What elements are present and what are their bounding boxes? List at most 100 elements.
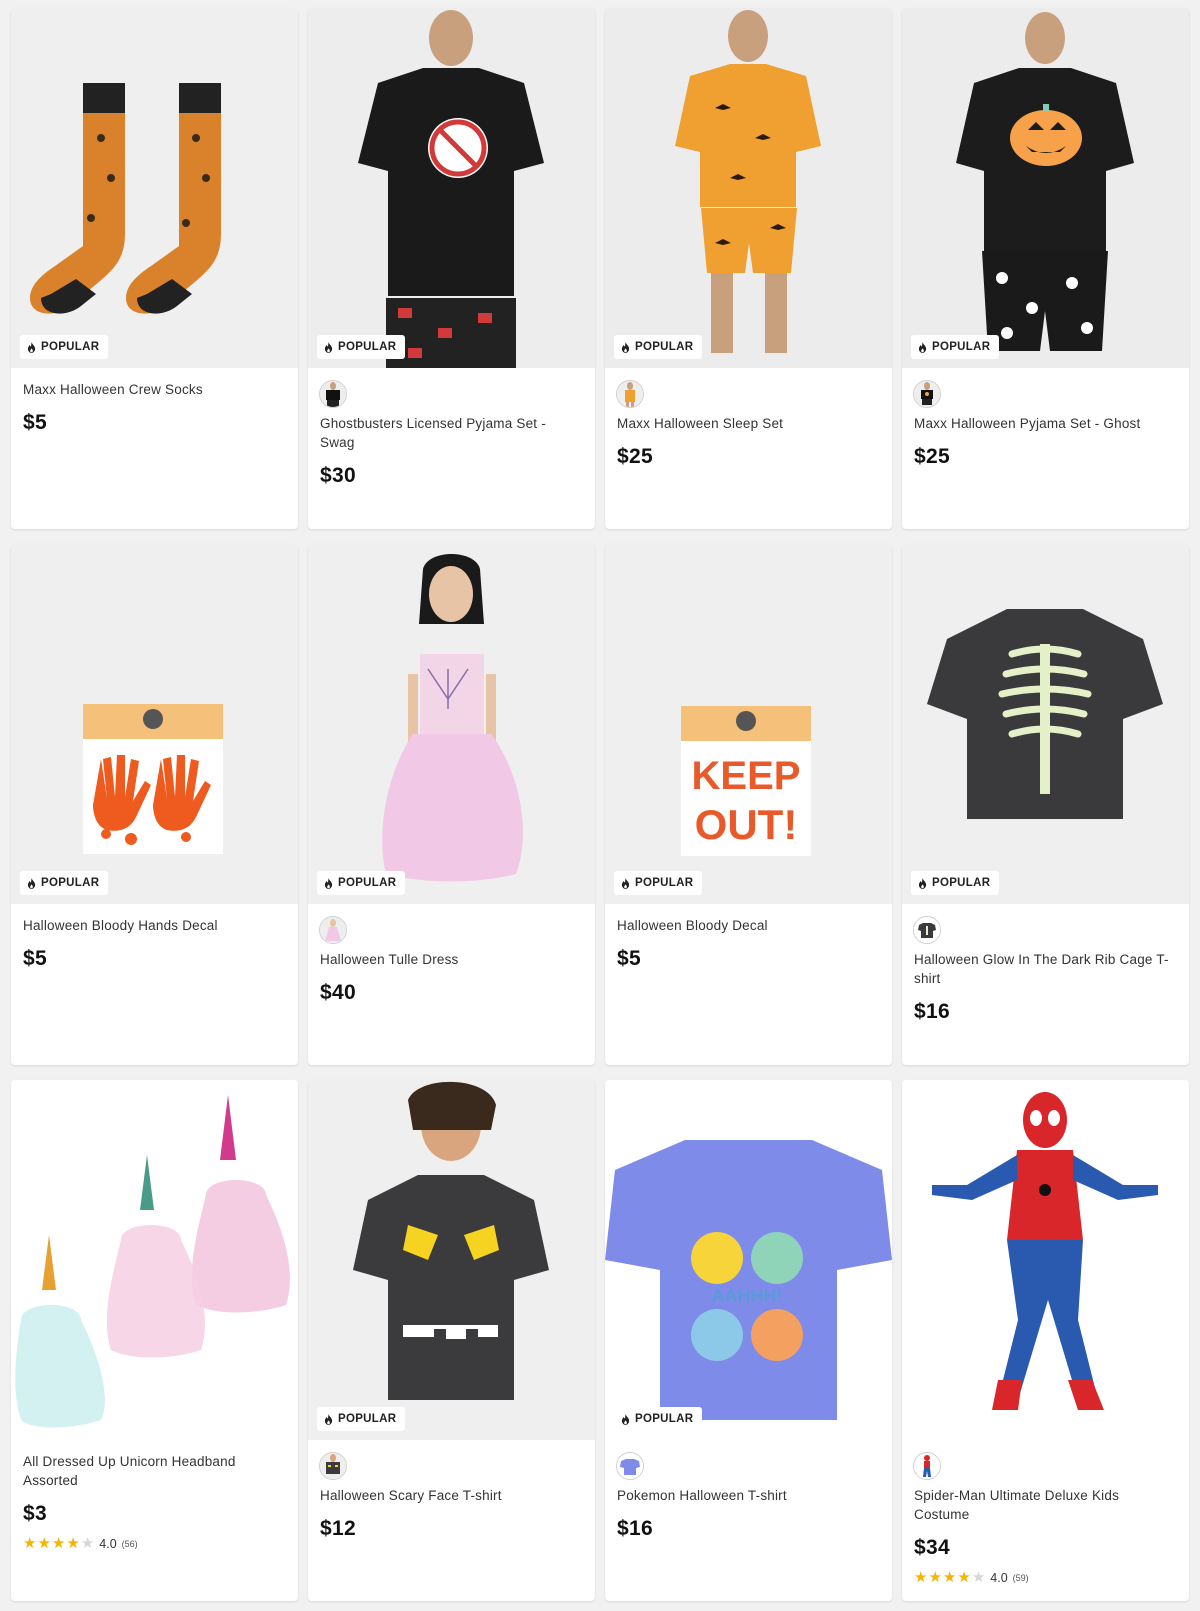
rating-value: 4.0 [990,1570,1008,1585]
svg-text:OUT!: OUT! [695,801,798,848]
product-image[interactable]: POPULAR [308,8,595,368]
product-photo [11,8,298,368]
star-icon: ★ [23,1535,37,1552]
product-photo [902,1080,1189,1440]
flame-icon [27,877,36,889]
product-thumbnail-image [320,1453,346,1479]
product-thumbnail-image [914,381,940,407]
popular-badge-label: POPULAR [932,341,991,353]
product-price: $12 [320,1517,356,1540]
star-icon: ★ [37,1535,51,1552]
popular-badge: POPULAR [317,1407,406,1431]
product-image[interactable] [902,1080,1189,1440]
product-price: $3 [23,1502,47,1525]
product-title[interactable]: All Dressed Up Unicorn Headband Assorted [23,1452,286,1490]
product-thumbnail-image [617,381,643,407]
popular-badge: POPULAR [317,871,406,895]
product-image[interactable]: POPULAR [308,544,595,904]
star-icon: ★ [971,1569,986,1586]
product-title[interactable]: Halloween Scary Face T-shirt [320,1486,583,1505]
product-image[interactable]: POPULAR [605,8,892,368]
product-photo [605,8,892,368]
product-price: $16 [914,1000,950,1023]
product-title[interactable]: Ghostbusters Licensed Pyjama Set - Swag [320,414,583,452]
product-card[interactable]: KEEP OUT! POPULAR Halloween Bloody Decal… [605,544,892,1065]
product-image[interactable]: KEEP OUT! POPULAR [605,544,892,904]
popular-badge: POPULAR [20,871,109,895]
rating-stars: ★ ★ ★ ★ ★ [914,1570,985,1585]
popular-badge-label: POPULAR [41,341,100,353]
product-thumbnail-image [320,917,346,943]
product-image[interactable]: POPULAR [11,8,298,368]
product-title[interactable]: Maxx Halloween Pyjama Set - Ghost [914,414,1177,433]
product-photo [308,544,595,904]
product-thumbnail[interactable] [319,916,347,944]
product-thumbnail[interactable] [913,380,941,408]
popular-badge: POPULAR [911,871,1000,895]
product-image[interactable]: POPULAR [902,544,1189,904]
product-title[interactable]: Halloween Tulle Dress [320,950,583,969]
product-image[interactable]: POPULAR [308,1080,595,1440]
product-thumbnail[interactable] [616,1452,644,1480]
star-icon: ★ [66,1535,80,1552]
star-icon: ★ [928,1569,942,1586]
product-title[interactable]: Pokemon Halloween T-shirt [617,1486,880,1505]
flame-icon [27,341,36,353]
product-title[interactable]: Halloween Bloody Hands Decal [23,916,286,935]
product-title[interactable]: Halloween Glow In The Dark Rib Cage T-sh… [914,950,1177,988]
product-card[interactable]: All Dressed Up Unicorn Headband Assorted… [11,1080,298,1601]
product-card[interactable]: POPULAR Maxx Halloween Sleep Set $25 [605,8,892,529]
product-photo [308,1080,595,1440]
popular-badge: POPULAR [614,1407,703,1431]
product-photo [308,8,595,368]
product-thumbnail[interactable] [319,380,347,408]
product-image[interactable] [11,1080,298,1440]
product-photo [11,544,298,904]
product-title[interactable]: Spider-Man Ultimate Deluxe Kids Costume [914,1486,1177,1524]
product-photo [902,544,1189,904]
product-card[interactable]: POPULAR Halloween Tulle Dress $40 [308,544,595,1065]
product-price: $40 [320,981,356,1004]
product-title[interactable]: Maxx Halloween Sleep Set [617,414,880,433]
popular-badge-label: POPULAR [635,341,694,353]
product-price: $25 [617,445,653,468]
popular-badge: POPULAR [20,335,109,359]
product-card[interactable]: Spider-Man Ultimate Deluxe Kids Costume … [902,1080,1189,1601]
product-thumbnail[interactable] [616,380,644,408]
product-title[interactable]: Halloween Bloody Decal [617,916,880,935]
flame-icon [621,1413,630,1425]
product-card[interactable]: POPULAR Maxx Halloween Crew Socks $5 [11,8,298,529]
product-card[interactable]: AAHHH! POPULAR Pokemon Halloween T-shirt… [605,1080,892,1601]
product-image[interactable]: POPULAR [902,8,1189,368]
product-card[interactable]: POPULAR Ghostbusters Licensed Pyjama Set… [308,8,595,529]
product-price: $16 [617,1517,653,1540]
product-image[interactable]: AAHHH! POPULAR [605,1080,892,1440]
rating-value: 4.0 [99,1536,117,1551]
popular-badge-label: POPULAR [635,1413,694,1425]
rating-count: (59) [1012,1572,1029,1583]
product-thumbnail[interactable] [913,1452,941,1480]
popular-badge-label: POPULAR [932,877,991,889]
product-thumbnail-image [320,381,346,407]
product-price: $5 [617,947,641,970]
product-card[interactable]: POPULAR Halloween Bloody Hands Decal $5 [11,544,298,1065]
star-icon: ★ [914,1569,928,1586]
product-grid: POPULAR Maxx Halloween Crew Socks $5 POP… [11,8,1193,1601]
product-card[interactable]: POPULAR Halloween Scary Face T-shirt $12 [308,1080,595,1601]
product-thumbnail[interactable] [913,916,941,944]
product-price: $34 [914,1536,950,1559]
product-price: $5 [23,947,47,970]
product-title[interactable]: Maxx Halloween Crew Socks [23,380,286,399]
product-card[interactable]: POPULAR Halloween Glow In The Dark Rib C… [902,544,1189,1065]
product-price: $5 [23,411,47,434]
star-icon: ★ [80,1535,95,1552]
product-image[interactable]: POPULAR [11,544,298,904]
flame-icon [324,341,333,353]
svg-text:AAHHH!: AAHHH! [712,1286,783,1306]
product-photo: KEEP OUT! [605,544,892,904]
product-photo: AAHHH! [605,1080,892,1440]
product-photo [11,1080,298,1440]
product-thumbnail[interactable] [319,1452,347,1480]
product-card[interactable]: POPULAR Maxx Halloween Pyjama Set - Ghos… [902,8,1189,529]
popular-badge-label: POPULAR [338,341,397,353]
